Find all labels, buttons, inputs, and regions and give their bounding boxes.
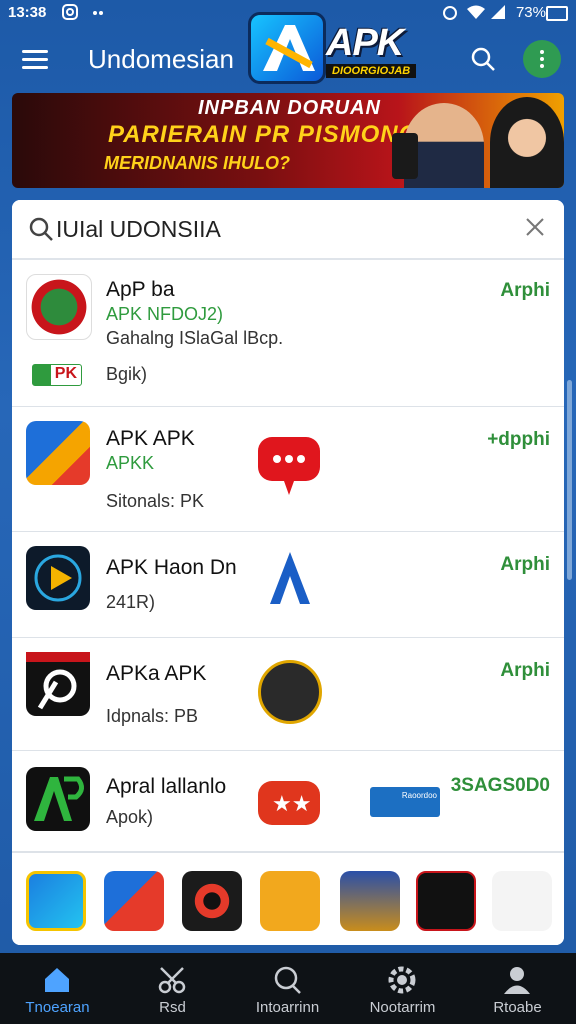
list-item[interactable]: Apral lallanlo Apok) ★★ Raoordoo 3SAGS0D… xyxy=(12,751,564,852)
star-bubble-icon: ★★ xyxy=(258,781,320,825)
app-meta: Gahalng ISlaGal lBcp. xyxy=(106,328,284,348)
search-icon xyxy=(274,966,301,994)
a-letter-icon xyxy=(258,546,322,610)
app-title: Undomesian xyxy=(88,44,234,74)
nav-item-home[interactable]: Tnoearan xyxy=(0,953,115,1024)
nav-item-tools[interactable]: Rsd xyxy=(115,953,230,1024)
list-item[interactable]: APK Haon Dn 241R) Arphi xyxy=(12,532,564,638)
list-item[interactable]: ApP ba APK NFDOJ2) Gahalng ISlaGal lBcp.… xyxy=(12,260,564,407)
user-icon xyxy=(504,967,530,994)
install-button[interactable]: Arphi xyxy=(500,554,550,576)
banner-line-3: MERIDNANIS IHULO? xyxy=(104,153,290,173)
status-time: 13:38 xyxy=(8,4,47,21)
kangaroo-app-icon[interactable] xyxy=(340,871,400,931)
nav-label: Nootarrim xyxy=(369,999,436,1016)
app-name: Apral lallanlo xyxy=(106,775,227,798)
search-button[interactable] xyxy=(470,46,496,72)
app-ap-logo-icon xyxy=(26,767,90,831)
signal-icon xyxy=(490,4,506,24)
nav-label: Rsd xyxy=(159,999,186,1016)
app-tag: APK NFDOJ2) xyxy=(106,304,224,324)
browser-app-icon[interactable] xyxy=(26,871,86,931)
app-a-logo-icon xyxy=(26,421,90,485)
home-icon xyxy=(45,968,69,992)
search-input[interactable]: IUIal UDONSIIA xyxy=(56,216,221,243)
nav-item-profile[interactable]: Rtoabe xyxy=(460,953,575,1024)
apk-logo: APK DIOORGIOJAB xyxy=(248,12,452,84)
search-icon xyxy=(29,217,53,241)
app-meta: 241R) xyxy=(106,592,156,612)
install-button[interactable]: +dpphi xyxy=(487,429,550,451)
search-results-card: IUIal UDONSIIA ApP ba APK NFDOJ2) Gahaln… xyxy=(12,200,564,945)
download-badge: Raoordoo xyxy=(370,787,440,817)
fierce-animal-app-icon[interactable] xyxy=(492,871,552,931)
app-name: APK Haon Dn xyxy=(106,556,237,579)
wifi-icon xyxy=(466,4,486,24)
app-name: ApP ba xyxy=(106,278,175,301)
nav-label: Rtoabe xyxy=(493,999,542,1016)
emblem-badge-icon xyxy=(258,660,322,724)
instagram-icon xyxy=(62,4,78,24)
app-bar: Undomesian APK DIOORGIOJAB xyxy=(0,12,576,92)
logo-subtitle: DIOORGIOJAB xyxy=(326,64,417,78)
clear-icon[interactable] xyxy=(524,216,546,238)
nav-label: Intoarrinn xyxy=(255,999,320,1016)
logo-mark-icon xyxy=(248,12,326,84)
list-item[interactable]: APK APK APKK Sitonals: PK +dpphi xyxy=(12,407,564,532)
chat-bubble-icon xyxy=(258,437,320,495)
a-red-app-icon[interactable] xyxy=(104,871,164,931)
nav-item-settings[interactable]: Nootarrim xyxy=(345,953,460,1024)
app-tag: APKK xyxy=(106,453,155,473)
gear-icon xyxy=(388,966,416,994)
promo-banner[interactable]: INPBAN DORUAN PARIERAIN PR PISMONO MERID… xyxy=(12,93,564,188)
app-meta: Apok) xyxy=(106,807,154,827)
install-button[interactable]: Arphi xyxy=(500,280,550,302)
a-dark-app-icon[interactable] xyxy=(416,871,476,931)
app-name: APK APK xyxy=(106,427,195,450)
fox-app-icon[interactable] xyxy=(260,871,320,931)
banner-line-2: PARIERAIN PR PISMONO xyxy=(108,121,419,148)
banner-phone-image xyxy=(392,133,418,179)
logo-word: APK xyxy=(326,22,404,64)
install-button[interactable]: 3SAGS0D0 xyxy=(451,775,550,797)
nav-label: Tnoearan xyxy=(25,999,90,1016)
list-item[interactable]: APKa APK Idpnals: PB Arphi xyxy=(12,638,564,751)
battery-text: 73% xyxy=(515,4,546,21)
featured-apps-strip xyxy=(12,852,564,945)
banner-woman-image xyxy=(490,97,564,188)
apk-badge: PK xyxy=(32,364,82,386)
app-meta: Idpnals: PB xyxy=(106,706,199,726)
bottom-nav: Tnoearan Rsd Intoarrinn Nootarrim Rtoabe xyxy=(0,953,576,1024)
banner-line-1: INPBAN DORUAN xyxy=(198,97,381,119)
scissors-icon xyxy=(158,967,186,994)
app-emblem-icon xyxy=(26,274,92,340)
menu-button[interactable] xyxy=(22,50,48,70)
more-options-button[interactable] xyxy=(523,40,561,78)
app-p-logo-icon xyxy=(26,652,90,716)
nav-item-search[interactable]: Intoarrinn xyxy=(230,953,345,1024)
color-wheel-app-icon[interactable] xyxy=(182,871,242,931)
search-bar[interactable]: IUIal UDONSIIA xyxy=(12,200,564,260)
app-size: Bgik) xyxy=(106,364,148,384)
notification-dots-icon xyxy=(92,4,104,24)
app-play-icon xyxy=(26,546,90,610)
app-meta: Sitonals: PK xyxy=(106,491,205,511)
svg-text:★★: ★★ xyxy=(272,792,311,817)
battery-icon xyxy=(546,6,568,21)
scrollbar[interactable] xyxy=(567,380,572,580)
install-button[interactable]: Arphi xyxy=(500,660,550,682)
app-name: APKa APK xyxy=(106,662,207,685)
